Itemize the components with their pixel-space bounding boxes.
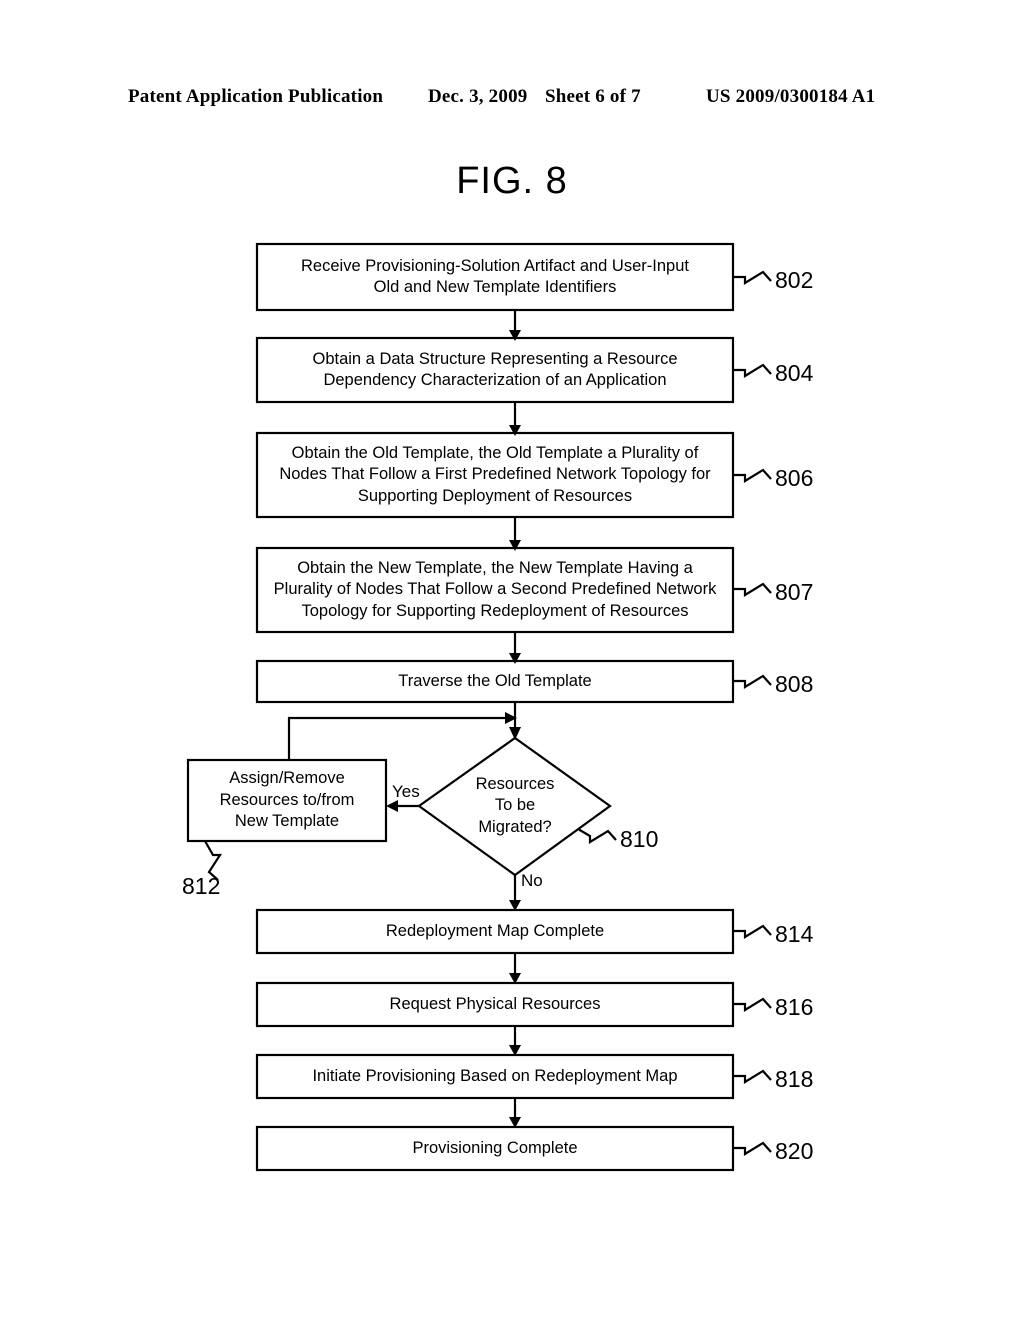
ref-num-807: 807 — [775, 579, 814, 605]
ref-num-806: 806 — [775, 465, 814, 491]
leader-816 — [733, 997, 772, 1012]
edge-label-yes: Yes — [392, 782, 420, 801]
node-box-816 — [255, 981, 735, 1028]
node-box-808 — [255, 659, 735, 704]
ref-num-804: 804 — [775, 360, 814, 386]
ref-num-820: 820 — [775, 1138, 814, 1164]
leader-818 — [733, 1069, 772, 1084]
ref-num-816: 816 — [775, 994, 814, 1020]
ref-num-818: 818 — [775, 1066, 814, 1092]
ref-num-814: 814 — [775, 921, 814, 947]
leader-820 — [733, 1141, 772, 1156]
node-box-806 — [255, 431, 735, 519]
ref-num-808: 808 — [775, 671, 814, 697]
node-box-820 — [255, 1125, 735, 1172]
node-box-804 — [255, 336, 735, 404]
node-box-807 — [255, 546, 735, 634]
leader-807 — [733, 582, 772, 597]
node-diamond-810 — [417, 736, 612, 877]
edge-label-no: No — [521, 871, 543, 890]
ref-num-810: 810 — [620, 826, 659, 852]
node-box-802 — [255, 242, 735, 312]
node-box-818 — [255, 1053, 735, 1100]
leader-804 — [733, 363, 772, 378]
leader-806 — [733, 468, 772, 483]
ref-num-812: 812 — [182, 873, 221, 899]
node-box-814 — [255, 908, 735, 955]
flowchart-diagram — [186, 242, 772, 1172]
leader-814 — [733, 924, 772, 939]
leader-808 — [733, 674, 772, 689]
leader-810 — [577, 828, 617, 844]
ref-num-802: 802 — [775, 267, 814, 293]
leader-802 — [733, 270, 772, 285]
node-box-812 — [186, 758, 388, 843]
